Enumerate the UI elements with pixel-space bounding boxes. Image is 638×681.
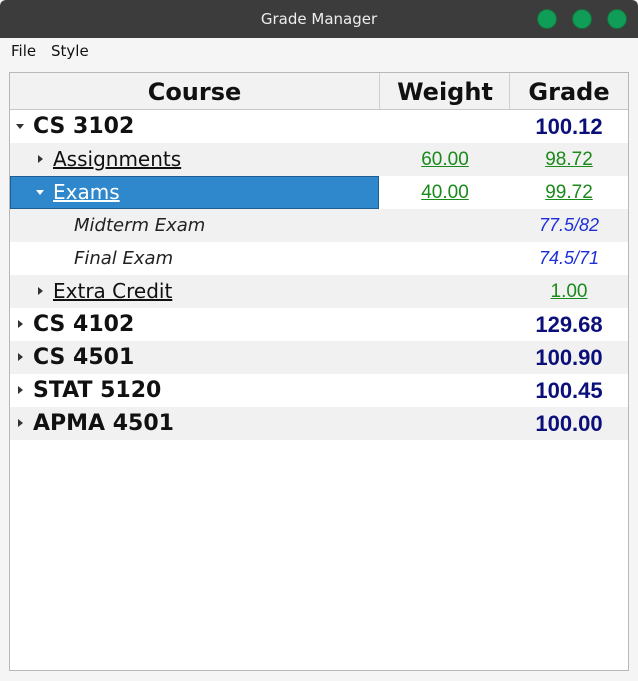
expand-arrow-icon[interactable] [16, 308, 26, 341]
weight-value[interactable]: 60.00 [380, 143, 510, 176]
expand-arrow-icon[interactable] [16, 110, 26, 143]
grade-tree[interactable]: Course Weight Grade CS 3102 100.12 Assig… [9, 72, 629, 671]
expand-arrow-icon[interactable] [16, 374, 26, 407]
tree-row-category[interactable]: Extra Credit 1.00 [10, 275, 628, 308]
tree-row-category-selected[interactable]: Exams 40.00 99.72 [10, 176, 628, 209]
grade-value[interactable]: 99.72 [510, 176, 628, 209]
grade-value: 100.12 [535, 114, 603, 139]
close-button[interactable] [607, 9, 627, 29]
collapse-arrow-icon[interactable] [36, 176, 46, 209]
weight-value[interactable] [380, 374, 510, 407]
column-header-course[interactable]: Course [10, 73, 379, 109]
tree-row-course[interactable]: CS 4501 100.90 [10, 341, 628, 374]
grade-value[interactable]: 1.00 [510, 275, 628, 308]
tree-row-course[interactable]: CS 4102 129.68 [10, 308, 628, 341]
category-name[interactable]: Extra Credit [53, 275, 172, 308]
weight-value[interactable] [380, 275, 510, 308]
score-value[interactable]: 77.5/82 [510, 209, 628, 242]
maximize-button[interactable] [572, 9, 592, 29]
tree-row-item[interactable]: Final Exam 74.5/71 [10, 242, 628, 275]
expand-arrow-icon[interactable] [36, 275, 46, 308]
menu-file[interactable]: File [11, 38, 36, 64]
course-name: STAT 5120 [33, 378, 162, 403]
weight-value[interactable] [380, 242, 510, 275]
expand-arrow-icon[interactable] [16, 341, 26, 374]
weight-value[interactable] [380, 308, 510, 341]
tree-header: Course Weight Grade [10, 73, 628, 110]
expand-arrow-icon[interactable] [16, 407, 26, 440]
minimize-button[interactable] [537, 9, 557, 29]
menu-bar: File Style [0, 38, 638, 64]
grade-value: 100.90 [535, 345, 603, 370]
score-value[interactable]: 74.5/71 [510, 242, 628, 275]
weight-value[interactable] [380, 209, 510, 242]
column-header-weight[interactable]: Weight [380, 73, 510, 109]
course-name: CS 3102 [33, 114, 135, 139]
grade-value: 129.68 [535, 312, 603, 337]
category-name[interactable]: Exams [53, 176, 120, 209]
course-name: CS 4102 [33, 312, 135, 337]
expand-arrow-icon[interactable] [36, 143, 46, 176]
tree-row-course[interactable]: APMA 4501 100.00 [10, 407, 628, 440]
tree-row-category[interactable]: Assignments 60.00 98.72 [10, 143, 628, 176]
tree-row-item[interactable]: Midterm Exam 77.5/82 [10, 209, 628, 242]
grade-value[interactable]: 98.72 [510, 143, 628, 176]
category-name[interactable]: Assignments [53, 143, 181, 176]
tree-row-course[interactable]: STAT 5120 100.45 [10, 374, 628, 407]
tree-row-course[interactable]: CS 3102 100.12 [10, 110, 628, 143]
weight-value[interactable] [380, 110, 510, 143]
item-name: Final Exam [74, 248, 174, 269]
weight-value[interactable] [380, 407, 510, 440]
title-bar: Grade Manager [0, 0, 638, 38]
column-header-grade[interactable]: Grade [510, 73, 628, 109]
weight-value[interactable]: 40.00 [380, 176, 510, 209]
course-name: CS 4501 [33, 345, 135, 370]
course-name: APMA 4501 [33, 411, 174, 436]
grade-value: 100.00 [535, 411, 603, 436]
weight-value[interactable] [380, 341, 510, 374]
grade-value: 100.45 [535, 378, 603, 403]
item-name: Midterm Exam [74, 215, 206, 236]
menu-style[interactable]: Style [51, 38, 89, 64]
